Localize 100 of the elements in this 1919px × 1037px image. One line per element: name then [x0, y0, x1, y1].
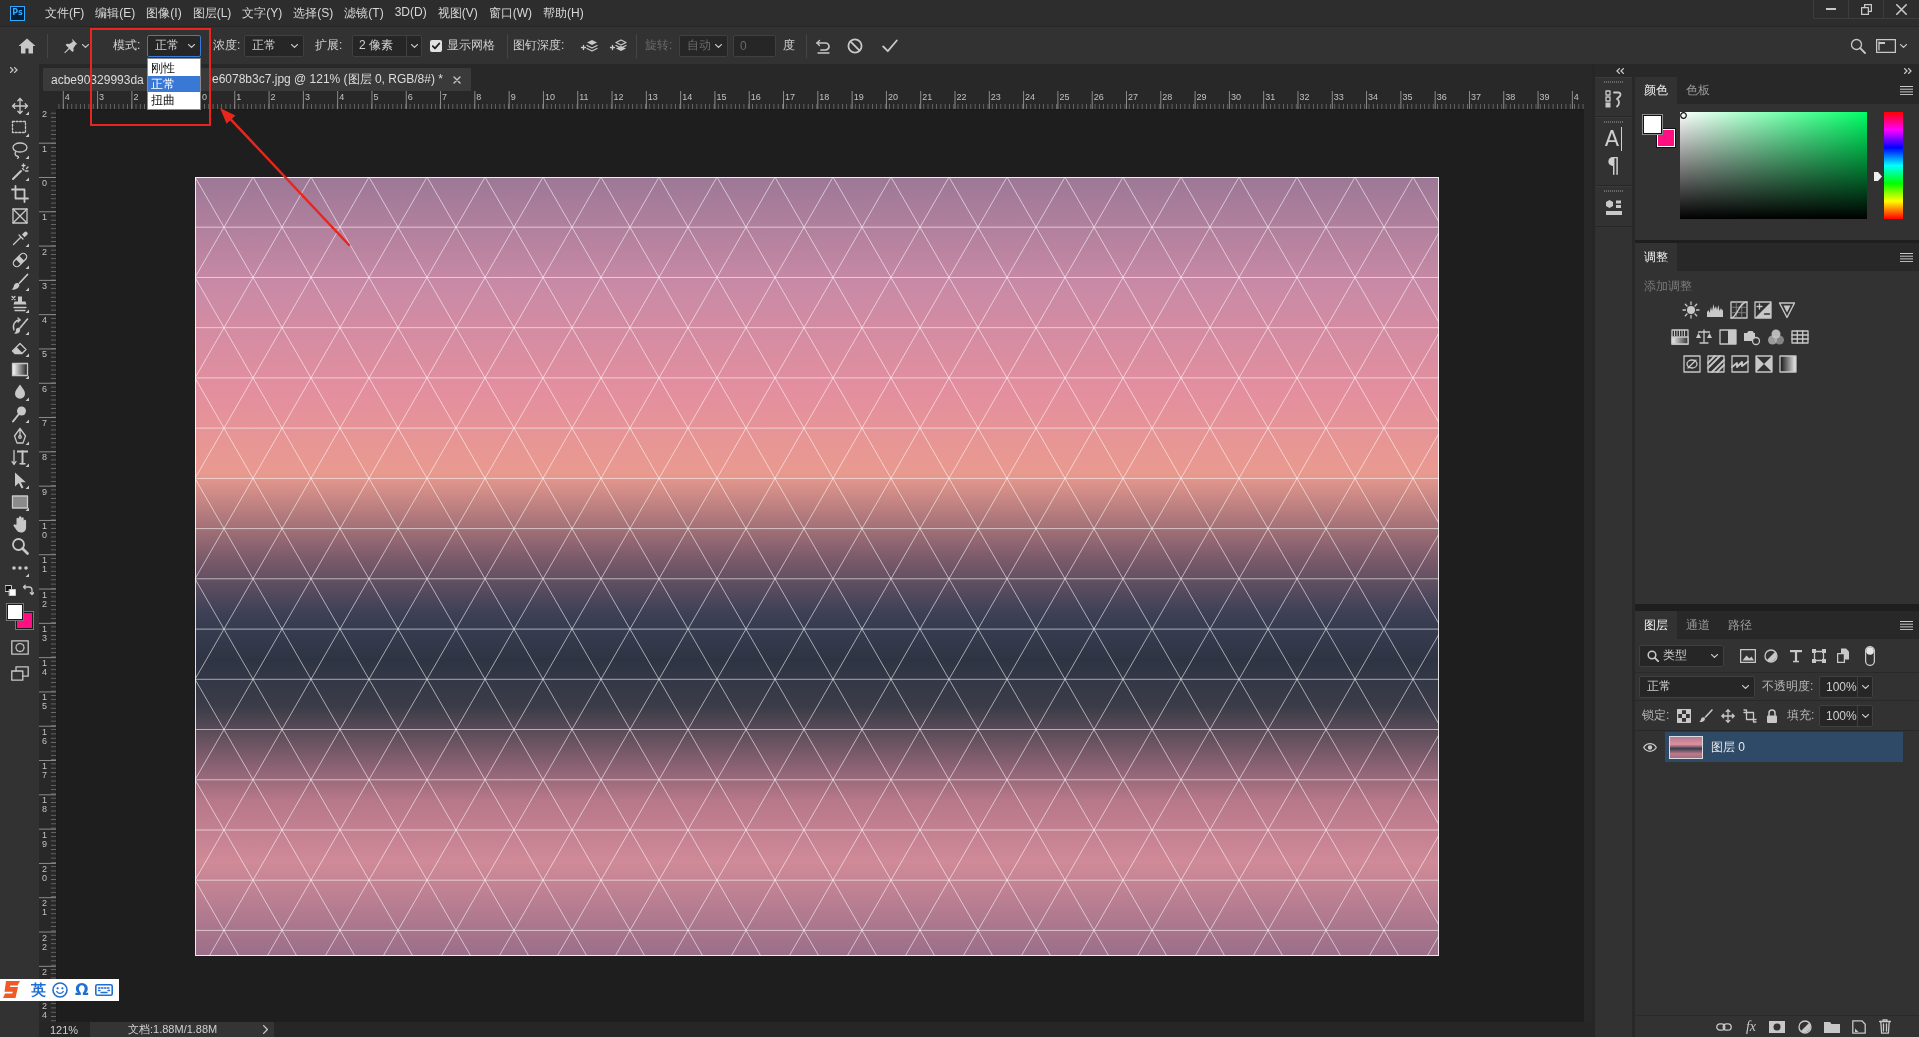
show-mesh-checkbox[interactable] [430, 39, 442, 52]
move-icon[interactable] [1721, 708, 1735, 723]
filter-dropdown[interactable]: 类型 [1639, 644, 1724, 667]
frame-icon[interactable] [10, 207, 29, 225]
logo-icon[interactable] [2, 980, 22, 1000]
chevron-right-icon[interactable] [263, 1025, 268, 1034]
layer-row[interactable]: 图层 0 [1665, 732, 1903, 762]
triangle-icon[interactable] [1778, 301, 1796, 319]
checkerboard-icon[interactable] [1677, 708, 1691, 723]
cancel-icon[interactable] [847, 37, 863, 54]
pin-icon[interactable] [62, 37, 78, 54]
gradient-icon[interactable] [10, 361, 29, 379]
grip-handle-icon[interactable] [1603, 81, 1624, 83]
grip-handle-icon[interactable] [1603, 190, 1624, 192]
density-dropdown[interactable]: 正常 [244, 34, 304, 57]
grip-handle-icon[interactable] [1603, 121, 1624, 123]
overlapping-circles-icon[interactable] [1767, 328, 1785, 346]
bandage-icon[interactable] [10, 251, 29, 269]
history-brush-icon[interactable] [10, 317, 29, 335]
symbol-key[interactable]: Ω [75, 981, 89, 999]
dropdown-option[interactable]: 正常 [148, 76, 200, 92]
menu-item[interactable]: 选择(S) [293, 4, 334, 22]
hue-slider[interactable] [1874, 112, 1903, 219]
mask-icon[interactable] [1769, 1020, 1785, 1033]
zoom-icon[interactable] [10, 537, 29, 555]
keyboard-icon[interactable] [94, 984, 113, 996]
zigzag-square-icon[interactable] [1731, 355, 1749, 373]
link-icon[interactable] [1716, 1022, 1732, 1031]
menu-icon[interactable] [1900, 86, 1913, 95]
camera-icon[interactable] [1743, 328, 1761, 346]
crop-frame-icon[interactable] [1743, 708, 1757, 723]
fx-button[interactable]: fx [1743, 1018, 1759, 1035]
double-chevron-icon[interactable] [1904, 67, 1912, 74]
brush-icon[interactable] [1699, 708, 1713, 723]
stack-plus-icon[interactable] [580, 38, 598, 53]
menu-item[interactable]: 视图(V) [437, 4, 478, 22]
menu-item[interactable]: 编辑(E) [95, 4, 136, 22]
foreground-color-swatch[interactable] [1643, 115, 1662, 134]
hourglass-square-icon[interactable] [1755, 355, 1773, 373]
panel-tab[interactable]: 通道 [1677, 611, 1719, 639]
curve-grid-icon[interactable] [1730, 301, 1748, 319]
sun-icon[interactable] [1682, 301, 1700, 319]
image-icon[interactable] [1740, 648, 1756, 663]
stamp-icon[interactable] [10, 295, 29, 313]
checkmark-icon[interactable] [882, 38, 898, 53]
smiley-icon[interactable] [52, 982, 68, 998]
expansion-field[interactable]: 2 像素 [352, 34, 422, 57]
blend-mode-dropdown[interactable]: 正常 [1639, 675, 1755, 698]
quick-mask-icon[interactable] [10, 640, 29, 655]
caret-icon[interactable] [1900, 43, 1907, 48]
brush-icon[interactable] [10, 273, 29, 291]
lock-icon[interactable] [1766, 708, 1778, 723]
eyedropper-icon[interactable] [10, 229, 29, 247]
color-field[interactable] [1680, 112, 1867, 219]
menu-item[interactable]: 图像(I) [146, 4, 182, 22]
rectangle-marquee-icon[interactable] [10, 119, 29, 137]
workspace-icon[interactable] [1876, 37, 1896, 54]
home-icon[interactable] [18, 37, 36, 54]
glyph-button[interactable]: ¶ [1606, 154, 1621, 178]
mode-dropdown[interactable]: 正常 [147, 34, 201, 57]
scales-icon[interactable] [1695, 328, 1713, 346]
menu-item[interactable]: 窗口(W) [488, 4, 532, 22]
fill-field[interactable]: 100% [1819, 704, 1873, 727]
menu-item[interactable]: 3D(D) [394, 4, 427, 22]
menu-item[interactable]: 图层(L) [192, 4, 232, 22]
folder-icon[interactable] [1824, 1020, 1840, 1033]
caret-icon[interactable] [82, 43, 89, 48]
half-filled-square-icon[interactable] [1719, 328, 1737, 346]
search-icon[interactable] [1850, 37, 1866, 54]
magic-wand-icon[interactable] [10, 163, 29, 181]
menu-icon[interactable] [1900, 252, 1913, 262]
rectangle-icon[interactable] [10, 493, 29, 511]
panel-tab[interactable]: 颜色 [1635, 77, 1677, 104]
new-page-icon[interactable] [1852, 1019, 1866, 1034]
half-circle-icon[interactable] [1798, 1019, 1812, 1034]
double-chevron-icon[interactable] [10, 67, 18, 73]
panel-tab[interactable]: 图层 [1635, 611, 1677, 639]
grid-icon[interactable] [1791, 328, 1809, 346]
panel-tab[interactable]: 色板 [1677, 77, 1719, 104]
half-circle-icon[interactable] [1764, 648, 1778, 663]
type-icon[interactable] [1789, 648, 1803, 663]
input-mode-toggle[interactable]: 英 [31, 981, 46, 999]
reset-arrow-icon[interactable] [815, 37, 831, 54]
crop-icon[interactable] [10, 185, 29, 203]
hue-slider-thumb[interactable] [1874, 171, 1882, 181]
zoom-field[interactable]: 121% [39, 1022, 90, 1037]
plus-minus-square-icon[interactable] [1754, 301, 1772, 319]
default-colors-icon[interactable] [5, 584, 16, 596]
dropdown-option[interactable]: 扭曲 [148, 92, 200, 108]
document-icon[interactable] [1837, 648, 1849, 663]
lasso-icon[interactable] [10, 141, 29, 159]
foreground-color-swatch[interactable] [6, 604, 23, 620]
swap-arrow-icon[interactable] [22, 584, 34, 596]
close-icon[interactable] [453, 75, 461, 84]
vertical-type-icon[interactable] [10, 449, 29, 467]
histogram-icon[interactable] [1706, 301, 1724, 319]
transform-box-icon[interactable] [1812, 648, 1826, 663]
gradient-bars-icon[interactable] [1671, 328, 1689, 346]
panel-tab[interactable]: 调整 [1635, 243, 1677, 271]
toggle-switch-icon[interactable] [1865, 645, 1875, 666]
